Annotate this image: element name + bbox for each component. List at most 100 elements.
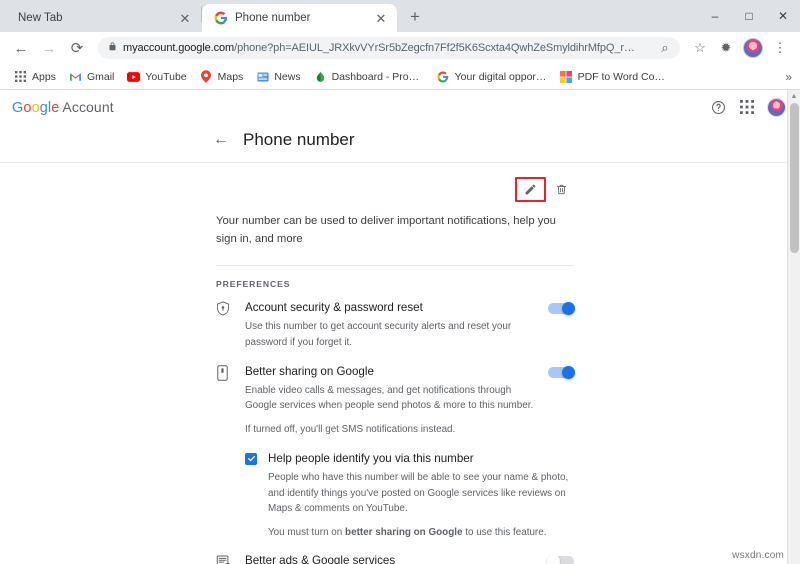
pref-body: Better sharing on Google Enable video ca…: [245, 364, 535, 438]
header-actions: [709, 97, 786, 117]
reload-button[interactable]: ⟳: [64, 35, 90, 61]
url-domain: myaccount.google.com: [123, 42, 235, 54]
gmail-icon: [69, 70, 82, 83]
tab-close-icon[interactable]: ✕: [177, 10, 193, 26]
address-bar[interactable]: myaccount.google.com/phone?ph=AEIUL_JRXk…: [98, 37, 680, 59]
note-prefix: You must turn on: [268, 526, 346, 538]
content-column: Your number can be used to deliver impor…: [216, 177, 575, 564]
suboption-subtitle: People who have this number will be able…: [268, 471, 569, 515]
window-controls: – □ ✕: [698, 0, 800, 32]
tab-new-tab[interactable]: New Tab ✕: [6, 4, 201, 32]
note-suffix: to use this feature.: [462, 526, 547, 538]
address-bar-url: myaccount.google.com/phone?ph=AEIUL_JRXk…: [123, 42, 652, 54]
toggle-knob: [562, 302, 575, 315]
maximize-button[interactable]: □: [732, 0, 766, 32]
back-arrow-icon[interactable]: ←: [213, 132, 229, 148]
tab-phone-number[interactable]: Phone number ✕: [202, 4, 397, 32]
record-actions: [216, 177, 574, 202]
scrollbar-thumb[interactable]: [790, 103, 799, 253]
pref-title: Better ads & Google services: [245, 554, 396, 564]
trash-icon[interactable]: [552, 180, 571, 199]
url-path: /phone?ph=AEIUL_JRXkvVYrSr5bZegcfn7Ff2f5…: [234, 42, 635, 54]
google-account-logo[interactable]: Google Account: [12, 99, 114, 116]
browser-toolbar: ← → ⟳ myaccount.google.com/phone?ph=AEIU…: [0, 32, 800, 64]
bookmark-label: Gmail: [86, 70, 115, 83]
edit-pencil-icon[interactable]: [521, 180, 540, 199]
bookmarks-overflow-button[interactable]: »: [785, 70, 792, 84]
bookmark-your-digital-opportunity[interactable]: Your digital opport…: [431, 68, 553, 85]
google-account-header: Google Account: [0, 90, 800, 124]
bookmark-maps[interactable]: Maps: [194, 68, 250, 85]
pref-better-ads[interactable]: Better ads & Google services Use this nu…: [216, 553, 574, 564]
phone-icon: [216, 364, 232, 386]
bookmark-label: Dashboard - ProSe…: [331, 70, 424, 83]
pref-title: Better sharing on Google: [245, 364, 374, 378]
page-scrollbar[interactable]: ▲: [787, 90, 800, 564]
suboption-title: Help people identify you via this number: [268, 451, 474, 465]
preferences-section-label: PREFERENCES: [216, 265, 574, 289]
toggle-knob: [562, 365, 575, 379]
suboption-help-people-identify[interactable]: Help people identify you via this number…: [245, 451, 574, 541]
bookmark-news[interactable]: News: [250, 68, 306, 85]
close-window-button[interactable]: ✕: [766, 0, 800, 32]
tab-close-icon[interactable]: ✕: [373, 10, 389, 26]
bookmark-pdf-to-word[interactable]: PDF to Word Conve…: [554, 68, 676, 85]
scroll-up-arrow-icon[interactable]: ▲: [788, 90, 800, 103]
bookmark-label: YouTube: [145, 70, 187, 83]
apps-grid-icon: [14, 70, 27, 83]
maps-pin-icon: [200, 70, 213, 83]
browser-window: New Tab ✕ Phone number ✕ + – □ ✕ ← → ⟳ m…: [0, 0, 800, 564]
page-title: Phone number: [243, 130, 355, 149]
chrome-menu-icon[interactable]: ⋮: [768, 36, 792, 60]
tab-title: New Tab: [18, 12, 63, 24]
profile-avatar[interactable]: [743, 38, 763, 58]
bookmark-dashboard[interactable]: Dashboard - ProSe…: [308, 68, 430, 85]
extensions-icon[interactable]: ✹: [714, 36, 738, 60]
tab-strip: New Tab ✕ Phone number ✕ + – □ ✕: [0, 0, 800, 32]
watermark: wsxdn.com: [732, 550, 784, 561]
bookmarks-bar: Apps Gmail YouTube Maps News Dashboard -…: [0, 64, 800, 90]
pref-subtitle-secondary: If turned off, you'll get SMS notificati…: [245, 424, 456, 435]
account-avatar[interactable]: [767, 97, 786, 117]
news-icon: [256, 70, 269, 83]
shield-icon: [216, 300, 232, 321]
page-viewport: Google Account ← Phone number Your numbe…: [0, 90, 800, 564]
toggle-account-security[interactable]: [548, 302, 575, 315]
forward-button[interactable]: →: [36, 35, 62, 61]
bookmark-gmail[interactable]: Gmail: [63, 68, 120, 85]
bookmark-youtube[interactable]: YouTube: [121, 68, 192, 85]
bookmark-label: Apps: [32, 70, 56, 83]
pref-account-security[interactable]: Account security & password reset Use th…: [216, 300, 575, 351]
suboption-body: Help people identify you via this number…: [268, 451, 574, 541]
apps-grid-icon[interactable]: [738, 98, 756, 116]
tab-title: Phone number: [235, 12, 311, 24]
toggle-better-sharing[interactable]: [548, 365, 575, 379]
google-icon: [214, 11, 228, 25]
google-icon: [437, 70, 450, 83]
pref-subtitle: Use this number to get account security …: [245, 321, 512, 348]
page-header: ← Phone number: [0, 124, 800, 163]
logo-account-word: Account: [62, 98, 114, 115]
checkbox-help-people-identify[interactable]: [245, 452, 257, 465]
pref-title: Account security & password reset: [245, 301, 423, 314]
toggle-knob: [547, 555, 560, 564]
toggle-better-ads[interactable]: [547, 555, 574, 564]
pref-body: Better ads & Google services Use this nu…: [245, 553, 535, 564]
pdf-converter-icon: [560, 70, 573, 83]
pref-subtitle: Enable video calls & messages, and get n…: [245, 384, 534, 412]
new-tab-button[interactable]: +: [401, 3, 429, 31]
edit-highlight-box: [515, 177, 546, 202]
pref-better-sharing[interactable]: Better sharing on Google Enable video ca…: [216, 364, 575, 438]
search-icon[interactable]: ⌕: [658, 37, 672, 59]
note-bold: better sharing on Google: [345, 526, 463, 538]
bookmark-star-icon[interactable]: ☆: [688, 36, 712, 60]
help-icon[interactable]: [709, 98, 727, 116]
back-button[interactable]: ←: [8, 35, 34, 61]
bookmark-label: Your digital opport…: [454, 70, 547, 83]
bookmark-apps[interactable]: Apps: [8, 68, 62, 85]
bookmark-label: News: [274, 70, 301, 83]
phone-description: Your number can be used to deliver impor…: [216, 215, 556, 245]
youtube-icon: [127, 70, 141, 83]
suboption-note: You must turn on better sharing on Googl…: [268, 525, 574, 541]
minimize-button[interactable]: –: [698, 0, 732, 32]
